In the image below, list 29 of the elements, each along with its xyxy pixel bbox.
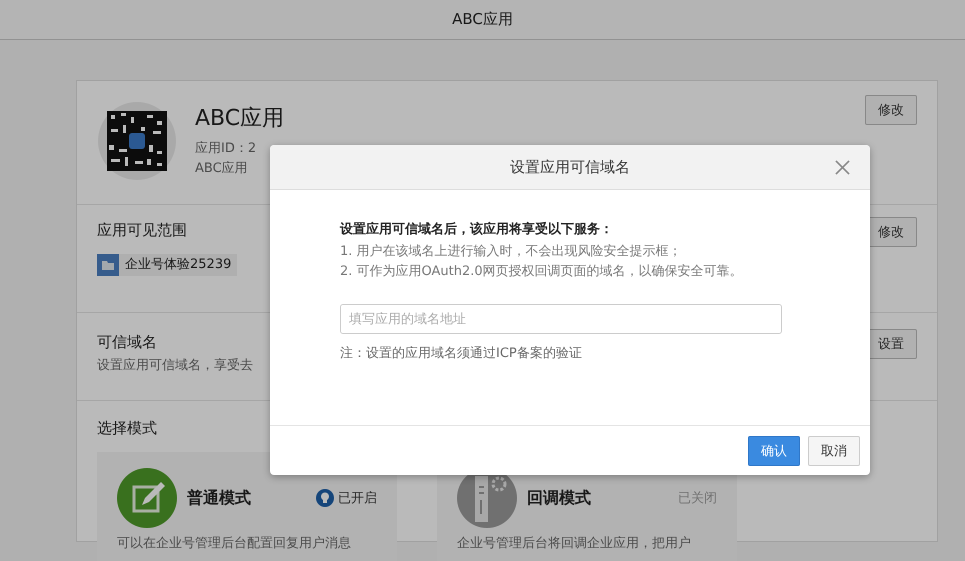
dialog-intro: 设置应用可信域名后，该应用将享受以下服务： [340, 220, 614, 238]
section-title: 应用可见范围 [97, 221, 187, 240]
service-point: 2. 可作为应用OAuth2.0网页授权回调页面的域名，以确保安全可靠。 [340, 263, 744, 281]
app-name: ABC应用 [195, 105, 284, 133]
section-description: 设置应用可信域名，享受去 [97, 357, 253, 374]
section-title: 可信域名 [97, 333, 157, 352]
page-title: ABC应用 [452, 10, 513, 29]
mode-status: 已关闭 [678, 490, 717, 507]
cancel-button[interactable]: 取消 [808, 436, 860, 466]
close-icon[interactable] [835, 160, 850, 175]
mode-description: 企业号管理后台将回调企业应用，把用户 [457, 536, 692, 551]
section-title: 选择模式 [97, 419, 157, 438]
app-description: ABC应用 [195, 160, 248, 178]
mode-status: 已开启 [316, 489, 377, 507]
folder-icon [97, 254, 119, 276]
app-id: 应用ID：2 [195, 140, 256, 158]
qr-code-icon [97, 101, 177, 181]
mode-name: 回调模式 [527, 488, 592, 508]
lightbulb-icon [316, 489, 334, 507]
edit-button[interactable]: 修改 [865, 95, 917, 125]
domain-input[interactable]: 填写应用的域名地址 [340, 304, 782, 334]
mode-description: 可以在企业号管理后台配置回复用户消息 [117, 536, 352, 551]
department-name: 企业号体验25239 [124, 256, 232, 274]
mode-name: 普通模式 [187, 488, 252, 508]
dialog-title: 设置应用可信域名 [510, 158, 630, 176]
edit-icon [117, 468, 177, 528]
dialog-note: 注：设置的应用域名须通过ICP备案的验证 [340, 345, 583, 362]
service-point: 1. 用户在该域名上进行输入时，不会出现风险安全提示框； [340, 243, 683, 261]
confirm-button[interactable]: 确认 [748, 436, 800, 466]
